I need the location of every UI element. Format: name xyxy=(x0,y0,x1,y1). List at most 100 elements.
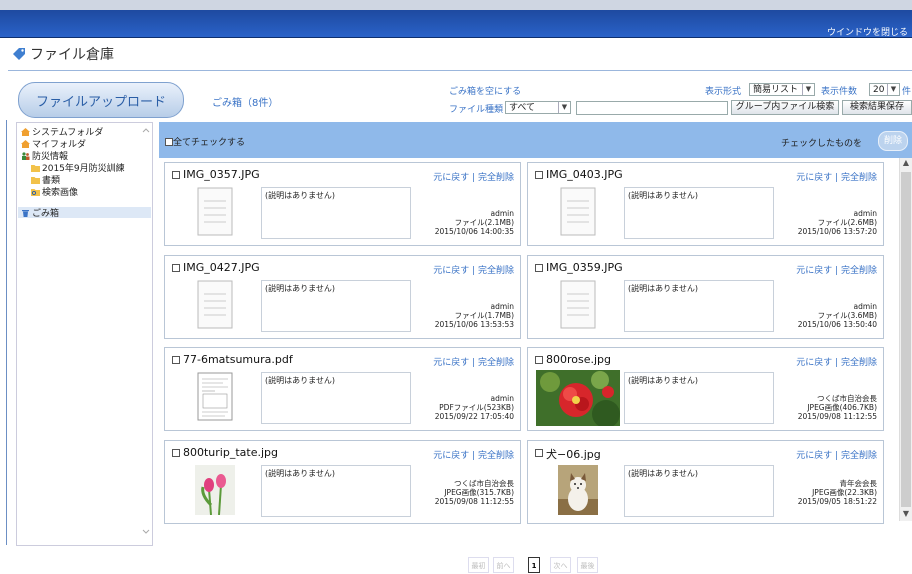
file-checkbox[interactable] xyxy=(535,264,543,272)
restore-link[interactable]: 元に戻す xyxy=(433,173,469,183)
file-name: IMG_0359.JPG xyxy=(546,261,623,274)
search-input[interactable] xyxy=(576,101,728,115)
search-folder-icon xyxy=(31,188,40,196)
upload-button[interactable]: ファイルアップロード xyxy=(18,82,184,118)
file-owner: admin xyxy=(490,209,515,218)
sidebar-item-documents[interactable]: 書類 xyxy=(31,174,60,186)
document-icon[interactable] xyxy=(195,187,235,237)
document-icon[interactable] xyxy=(558,280,598,330)
sidebar-item-system-folder[interactable]: システムフォルダ xyxy=(21,126,103,138)
sidebar-item-drill-2015[interactable]: 2015年9月防災訓練 xyxy=(31,162,125,174)
file-type: PDFファイル(523KB) xyxy=(439,403,514,412)
tulip-photo[interactable] xyxy=(195,465,235,516)
display-count-label: 表示件数 xyxy=(821,87,858,97)
restore-link[interactable]: 元に戻す xyxy=(433,358,469,368)
restore-link[interactable]: 元に戻す xyxy=(796,358,832,368)
document-icon[interactable] xyxy=(558,187,598,237)
sidebar-item-my-folder[interactable]: マイフォルダ xyxy=(21,138,86,150)
sidebar-item-disaster-info[interactable]: 防災情報 xyxy=(21,150,68,162)
top-bar xyxy=(0,10,912,38)
save-results-button[interactable]: 検索結果保存 xyxy=(842,100,912,115)
permanent-delete-link[interactable]: 完全削除 xyxy=(841,451,877,461)
file-actions: 元に戻す | 完全削除 xyxy=(796,355,877,368)
restore-link[interactable]: 元に戻す xyxy=(433,266,469,276)
display-format-value: 簡易リスト xyxy=(753,85,799,95)
separator: | xyxy=(469,358,478,368)
separator: | xyxy=(469,173,478,183)
permanent-delete-link[interactable]: 完全削除 xyxy=(478,173,514,183)
divider xyxy=(8,70,912,71)
restore-link[interactable]: 元に戻す xyxy=(796,451,832,461)
delete-button[interactable]: 削除 xyxy=(878,131,908,151)
close-window-link[interactable]: ウインドウを閉じる xyxy=(827,25,908,38)
chevron-down-icon: ▼ xyxy=(802,84,814,95)
display-count-select[interactable]: 20 ▼ xyxy=(869,83,900,96)
permanent-delete-link[interactable]: 完全削除 xyxy=(841,173,877,183)
file-date: 2015/09/22 17:05:40 xyxy=(434,412,514,421)
file-name: 800rose.jpg xyxy=(546,353,612,366)
permanent-delete-link[interactable]: 完全削除 xyxy=(478,266,514,276)
separator: | xyxy=(832,266,841,276)
folder-icon xyxy=(31,176,40,184)
trash-link[interactable]: ごみ箱（8件） xyxy=(212,94,278,109)
group-search-button[interactable]: グループ内ファイル検索 xyxy=(731,100,839,115)
file-meta: admin ファイル(2.1MB) 2015/10/06 14:00:35 xyxy=(435,209,514,236)
last-page-button[interactable]: 最後 xyxy=(577,557,598,573)
file-description: (説明はありません) xyxy=(624,372,774,424)
file-checkbox[interactable] xyxy=(535,356,543,364)
browser-strip xyxy=(0,0,912,10)
file-checkbox[interactable] xyxy=(172,171,180,179)
sidebar-scrollbar[interactable] xyxy=(141,125,151,543)
scroll-up-icon[interactable]: ▲ xyxy=(900,158,912,170)
file-description: (説明はありません) xyxy=(261,187,411,239)
file-type: ファイル(2.1MB) xyxy=(454,218,514,227)
file-card: 犬−06.jpg 元に戻す | 完全削除 (説明はありません) 青年会会長 JPE… xyxy=(527,440,884,524)
file-owner: つくば市自治会長 xyxy=(454,479,514,488)
restore-link[interactable]: 元に戻す xyxy=(796,266,832,276)
permanent-delete-link[interactable]: 完全削除 xyxy=(478,451,514,461)
file-card: IMG_0403.JPG 元に戻す | 完全削除 (説明はありません) admi… xyxy=(527,162,884,246)
file-checkbox[interactable] xyxy=(172,356,180,364)
file-name: IMG_0403.JPG xyxy=(546,168,623,181)
pagination: 最初 前へ 1 次へ 最後 xyxy=(159,554,899,574)
display-count-unit: 件 xyxy=(902,87,912,97)
file-checkbox[interactable] xyxy=(535,449,543,457)
sidebar-item-search-images[interactable]: 検索画像 xyxy=(31,186,78,198)
check-all[interactable]: 全てチェックする xyxy=(165,135,245,148)
next-page-button[interactable]: 次へ xyxy=(550,557,571,573)
file-type-select[interactable]: すべて ▼ xyxy=(505,101,571,114)
file-card: 800turip_tate.jpg 元に戻す | 完全削除 (説明はありません)… xyxy=(164,440,521,524)
restore-link[interactable]: 元に戻す xyxy=(433,451,469,461)
sidebar-item-trash[interactable]: ごみ箱 xyxy=(18,207,151,219)
file-meta: admin ファイル(3.6MB) 2015/10/06 13:50:40 xyxy=(798,302,877,329)
file-actions: 元に戻す | 完全削除 xyxy=(796,448,877,461)
check-all-checkbox[interactable] xyxy=(165,137,173,146)
pdf-page-icon[interactable] xyxy=(195,372,235,422)
file-description: (説明はありません) xyxy=(261,465,411,517)
scroll-down-icon[interactable]: ▼ xyxy=(900,509,912,521)
empty-trash-link[interactable]: ごみ箱を空にする xyxy=(449,84,521,97)
group-icon xyxy=(21,151,30,160)
prev-page-button[interactable]: 前へ xyxy=(493,557,514,573)
file-checkbox[interactable] xyxy=(172,264,180,272)
permanent-delete-link[interactable]: 完全削除 xyxy=(841,358,877,368)
chevron-down-icon: ▼ xyxy=(558,102,570,113)
rose-photo[interactable] xyxy=(536,370,620,428)
file-owner: admin xyxy=(490,394,515,403)
permanent-delete-link[interactable]: 完全削除 xyxy=(841,266,877,276)
file-checkbox[interactable] xyxy=(172,449,180,457)
file-date: 2015/09/05 18:51:22 xyxy=(797,497,877,506)
dog-photo[interactable] xyxy=(558,465,598,515)
scrollbar-thumb[interactable] xyxy=(901,172,911,507)
first-page-button[interactable]: 最初 xyxy=(468,557,489,573)
page-1-button[interactable]: 1 xyxy=(528,557,540,573)
display-format-select[interactable]: 簡易リスト ▼ xyxy=(749,83,815,96)
folder-tree: システムフォルダ マイフォルダ 防災情報 2015年9月防災訓練 書類 検索画像… xyxy=(16,122,153,546)
document-icon[interactable] xyxy=(195,280,235,330)
file-card: IMG_0357.JPG 元に戻す | 完全削除 (説明はありません) admi… xyxy=(164,162,521,246)
file-checkbox[interactable] xyxy=(535,171,543,179)
file-grid-scrollbar[interactable]: ▲ ▼ xyxy=(899,158,912,521)
permanent-delete-link[interactable]: 完全削除 xyxy=(478,358,514,368)
restore-link[interactable]: 元に戻す xyxy=(796,173,832,183)
file-meta: つくば市自治会長 JPEG画像(315.7KB) 2015/09/08 11:12:… xyxy=(435,479,514,506)
